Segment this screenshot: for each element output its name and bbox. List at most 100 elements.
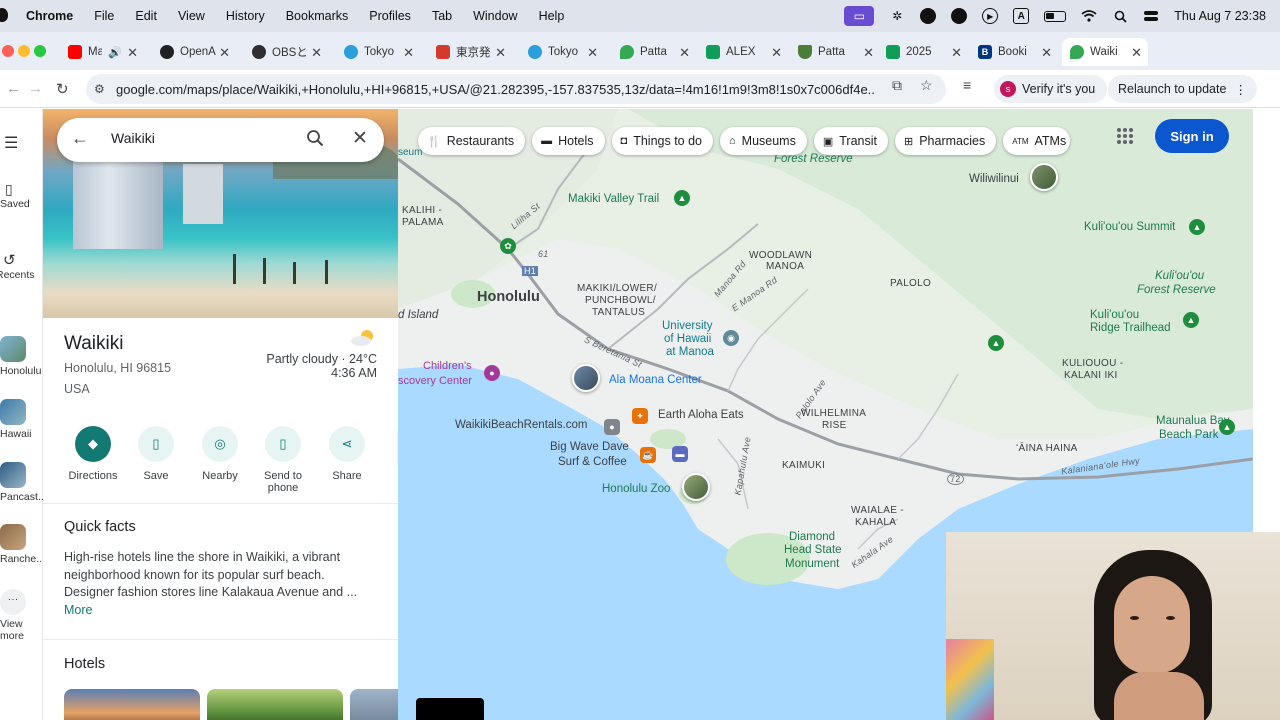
tab-pattaya-maps[interactable]: Patta ✕ (612, 38, 696, 66)
spotlight-icon[interactable] (1112, 8, 1128, 24)
creative-cloud-icon[interactable] (951, 8, 968, 24)
park-pin-icon[interactable]: ▲ (674, 190, 690, 206)
map-label-big-wave[interactable]: Surf & Coffee (558, 456, 627, 468)
map-label-makiki-trail[interactable]: Makiki Valley Trail (568, 193, 659, 205)
window-close-button[interactable] (2, 45, 14, 57)
speaker-icon[interactable]: 🔊 (108, 46, 122, 59)
reading-list-icon[interactable]: ≡ (963, 77, 971, 93)
map-label-summit[interactable]: Kuli'ou'ou Summit (1084, 221, 1175, 233)
address-bar[interactable]: ⚙ google.com/maps/place/Waikiki,+Honolul… (86, 74, 946, 104)
quick-facts-more-link[interactable]: More (64, 603, 92, 617)
menu-history[interactable]: History (226, 9, 265, 23)
tab-close-icon[interactable]: ✕ (863, 45, 874, 61)
wifi-icon[interactable] (1081, 8, 1097, 24)
menu-file[interactable]: File (94, 9, 114, 23)
map-label-ala-moana[interactable]: Ala Moana Center (609, 374, 702, 386)
forward-arrow-icon[interactable]: → (28, 80, 43, 97)
park-pin-icon[interactable]: ▲ (988, 335, 1004, 351)
map-label-rentals[interactable]: WaikikiBeachRentals.com (455, 419, 588, 431)
tab-close-icon[interactable]: ✕ (403, 45, 414, 61)
map-label-wiliwilinui[interactable]: Wiliwilinui (969, 173, 1019, 185)
tab-pattaya-2[interactable]: Patta ✕ (796, 38, 880, 66)
hotel-pin-icon[interactable]: ▬ (672, 446, 688, 462)
menu-bookmarks[interactable]: Bookmarks (286, 9, 349, 23)
tab-close-icon[interactable]: ✕ (311, 45, 322, 61)
chip-restaurants[interactable]: 🍴 Restaurants (418, 127, 526, 155)
google-apps-icon[interactable] (1117, 128, 1133, 144)
park-pin-icon[interactable]: ▲ (1189, 219, 1205, 235)
map-label-diamond-head[interactable]: Monument (785, 558, 839, 570)
park-pin-icon[interactable]: ✿ (500, 238, 516, 254)
rail-recents[interactable]: ↺ Recents (0, 251, 39, 281)
map-label-big-wave[interactable]: Big Wave Dave (550, 441, 629, 453)
focus-icon[interactable] (920, 8, 937, 24)
search-icon[interactable] (306, 129, 324, 147)
rail-recent-honolulu[interactable]: Honolulu (0, 336, 43, 377)
search-input[interactable] (111, 130, 291, 146)
menubar-clock[interactable]: Thu Aug 7 23:38 (1174, 9, 1266, 23)
tab-close-icon[interactable]: ✕ (495, 45, 506, 61)
menu-profiles[interactable]: Profiles (369, 9, 411, 23)
address-url[interactable]: google.com/maps/place/Waikiki,+Honolulu,… (116, 82, 876, 97)
tab-tokyo-jp[interactable]: 東京発 ✕ (428, 38, 512, 66)
menu-help[interactable]: Help (539, 9, 565, 23)
map-label-university[interactable]: at Manoa (666, 346, 714, 358)
sign-in-button[interactable]: Sign in (1155, 119, 1229, 153)
park-pin-icon[interactable]: ▲ (1183, 312, 1199, 328)
tab-close-icon[interactable]: ✕ (771, 45, 782, 61)
map-label-honolulu[interactable]: Honolulu (477, 289, 540, 305)
shop-pin-icon[interactable]: ● (604, 419, 620, 435)
rail-saved[interactable]: ▯ Saved (0, 181, 43, 210)
install-app-icon[interactable]: ⧉ (892, 77, 902, 94)
map-label[interactable]: scovery Center (398, 375, 472, 387)
photo-marker[interactable] (1030, 163, 1058, 191)
play-icon[interactable]: ▶ (982, 8, 999, 24)
tab-close-icon[interactable]: ✕ (679, 45, 690, 61)
museum-pin-icon[interactable]: ● (484, 365, 500, 381)
relaunch-update-button[interactable]: Relaunch to update ⋮ (1108, 75, 1257, 103)
tab-close-icon[interactable]: ✕ (127, 45, 138, 61)
reload-icon[interactable]: ↻ (56, 80, 69, 98)
tab-close-icon[interactable]: ✕ (587, 45, 598, 61)
hotel-card[interactable] (350, 689, 398, 720)
rail-view-more[interactable]: ··· View more (0, 589, 43, 642)
restaurant-pin-icon[interactable]: ✦ (632, 408, 648, 424)
verify-profile-button[interactable]: s Verify it's you (994, 75, 1108, 103)
tab-close-icon[interactable]: ✕ (951, 45, 962, 61)
tab-tokyo-2[interactable]: Tokyo ✕ (520, 38, 604, 66)
map-label[interactable]: Ridge Trailhead (1090, 322, 1171, 334)
tab-waikiki-active[interactable]: Waiki ✕ (1062, 38, 1148, 66)
input-source-icon[interactable]: A (1013, 8, 1030, 24)
bookmark-star-icon[interactable]: ☆ (920, 77, 933, 94)
school-pin-icon[interactable]: ◉ (723, 330, 739, 346)
menu-window[interactable]: Window (473, 9, 517, 23)
tab-close-icon[interactable]: ✕ (219, 45, 230, 61)
close-icon[interactable]: ✕ (352, 127, 368, 150)
chip-pharmacies[interactable]: ⊞ Pharmacies (895, 127, 997, 155)
chip-hotels[interactable]: ▬ Hotels (532, 127, 605, 155)
hotel-card[interactable] (207, 689, 343, 720)
map-label[interactable]: Kuli'ou'ou (1090, 309, 1139, 321)
map-label-earth-aloha[interactable]: Earth Aloha Eats (658, 409, 744, 421)
menu-edit[interactable]: Edit (135, 9, 157, 23)
park-pin-icon[interactable]: ▲ (1219, 419, 1235, 435)
map-label[interactable]: Children's (423, 360, 472, 372)
window-zoom-button[interactable] (34, 45, 46, 57)
menu-app-chrome[interactable]: Chrome (26, 9, 73, 23)
tab-alex-sheet[interactable]: ALEX ✕ (704, 38, 788, 66)
rail-recent-ranche[interactable]: Ranche... (0, 524, 45, 565)
chip-things-to-do[interactable]: ◘ Things to do (611, 127, 713, 155)
chip-atms[interactable]: ATM ATMs (1003, 127, 1071, 155)
send-to-phone-button[interactable]: ▯ Send to phone (248, 426, 318, 494)
chip-transit[interactable]: ▣ Transit (813, 127, 888, 155)
battery-icon[interactable] (1044, 10, 1067, 22)
map-label-diamond-head[interactable]: Head State (784, 544, 842, 556)
menu-tab[interactable]: Tab (432, 9, 452, 23)
photo-marker[interactable] (572, 364, 600, 392)
map-label-zoo[interactable]: Honolulu Zoo (602, 483, 670, 495)
tab-2025-sheet[interactable]: 2025 ✕ (884, 38, 968, 66)
hotel-card[interactable] (64, 689, 200, 720)
tab-booking[interactable]: B Booki ✕ (974, 38, 1058, 66)
save-button[interactable]: ▯ Save (121, 426, 191, 482)
chip-museums[interactable]: ⌂ Museums (720, 127, 807, 155)
